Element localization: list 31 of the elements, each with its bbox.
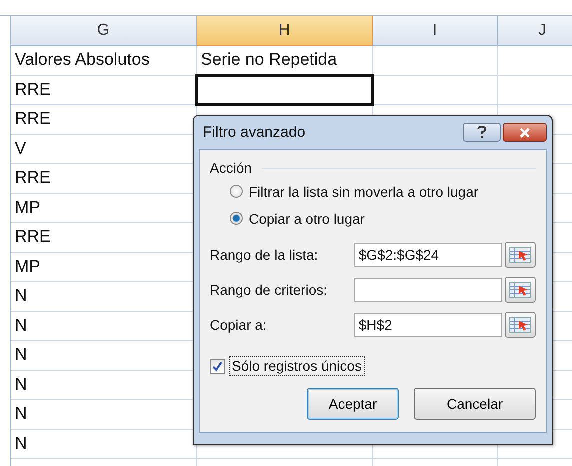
close-icon: [519, 128, 531, 138]
question-mark-icon: [477, 126, 487, 139]
field-label: Copiar a:: [210, 317, 268, 333]
group-label: Acción: [210, 160, 252, 176]
radio-option[interactable]: Filtrar la lista sin moverla a otro lugar: [210, 178, 536, 205]
range-input-field[interactable]: $H$2: [354, 313, 502, 337]
help-button[interactable]: [463, 123, 501, 142]
column-header[interactable]: G: [11, 16, 197, 46]
range-input-field[interactable]: [354, 278, 502, 302]
table-cell: RRE: [11, 76, 197, 105]
range-input-field[interactable]: $G$2:$G$24: [354, 243, 502, 267]
field-label: Rango de criterios:: [210, 282, 329, 298]
radio-option[interactable]: Copiar a otro lugar: [210, 205, 536, 232]
table-cell: Serie no Repetida: [197, 46, 373, 76]
checkmark-icon: [212, 360, 223, 372]
range-picker-icon: [509, 247, 532, 263]
range-select-button[interactable]: [504, 312, 536, 338]
unique-records-checkbox[interactable]: Sólo registros únicos: [210, 356, 536, 376]
column-header[interactable]: J: [498, 16, 572, 46]
range-picker-icon: [509, 317, 532, 333]
field-label: Rango de la lista:: [210, 247, 320, 263]
range-picker-icon: [509, 282, 532, 298]
dialog-title: Filtro avanzado: [202, 124, 306, 141]
column-header[interactable]: H: [197, 16, 373, 46]
range-select-button[interactable]: [504, 242, 536, 268]
close-button[interactable]: [503, 123, 547, 142]
range-select-button[interactable]: [504, 277, 536, 303]
dialog-button[interactable]: Aceptar: [307, 388, 399, 420]
column-header[interactable]: I: [373, 16, 498, 46]
dialog-button[interactable]: Cancelar: [414, 388, 536, 420]
table-cell: Valores Absolutos: [11, 46, 197, 76]
